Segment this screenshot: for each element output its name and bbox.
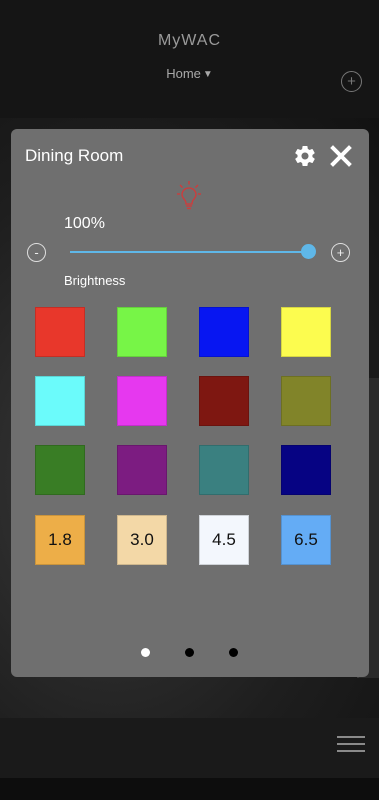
color-swatch[interactable] — [199, 307, 249, 357]
plus-icon: + — [336, 245, 345, 260]
temperature-label: 4.5 — [212, 530, 236, 549]
color-swatch[interactable] — [35, 376, 85, 426]
temperature-label: 3.0 — [130, 530, 154, 549]
close-icon[interactable] — [330, 145, 352, 167]
color-temperature-button[interactable]: 6.5 — [281, 515, 331, 565]
brightness-slider-thumb[interactable] — [301, 244, 316, 259]
increase-brightness-button[interactable]: + — [331, 243, 350, 262]
minus-icon: - — [34, 245, 39, 260]
color-temperature-button[interactable]: 3.0 — [117, 515, 167, 565]
page-indicator-dot[interactable] — [229, 648, 238, 657]
color-swatch[interactable] — [117, 376, 167, 426]
color-swatch[interactable] — [281, 445, 331, 495]
gear-icon[interactable] — [293, 144, 317, 168]
temperature-label: 6.5 — [294, 530, 318, 549]
page-indicator-dot[interactable] — [141, 648, 150, 657]
color-temperature-button[interactable]: 4.5 — [199, 515, 249, 565]
color-swatch[interactable] — [281, 376, 331, 426]
temperature-label: 1.8 — [48, 530, 72, 549]
caret-down-icon: ▼ — [202, 69, 213, 80]
brightness-label: Brightness — [64, 273, 126, 288]
brightness-slider-track[interactable] — [70, 251, 309, 253]
brightness-value: 100% — [64, 215, 105, 232]
hamburger-menu-icon-line — [337, 743, 365, 745]
app-title: MyWAC — [157, 32, 222, 49]
color-swatch[interactable] — [281, 307, 331, 357]
location-selector[interactable]: Home ▼ — [0, 66, 379, 81]
color-temperature-button[interactable]: 1.8 — [35, 515, 85, 565]
plus-icon: + — [347, 73, 356, 90]
color-swatch[interactable] — [117, 307, 167, 357]
color-swatch[interactable] — [199, 376, 249, 426]
color-swatch[interactable] — [199, 445, 249, 495]
lightbulb-icon — [177, 181, 201, 210]
decrease-brightness-button[interactable]: - — [27, 243, 46, 262]
color-swatch[interactable] — [117, 445, 167, 495]
light-control-dialog: Dining Room 100% - + Brightness 1.8 3.0 — [11, 129, 369, 677]
page-indicator-dot[interactable] — [185, 648, 194, 657]
menu-button[interactable] — [337, 736, 365, 754]
location-label: Home — [166, 66, 201, 81]
hamburger-menu-icon-line — [337, 750, 365, 752]
bottom-bar — [0, 718, 379, 778]
room-title: Dining Room — [25, 146, 124, 165]
add-button[interactable]: + — [341, 71, 362, 92]
color-swatch[interactable] — [35, 445, 85, 495]
hamburger-menu-icon-line — [337, 736, 365, 738]
color-swatch[interactable] — [35, 307, 85, 357]
nav-strip — [0, 778, 379, 800]
